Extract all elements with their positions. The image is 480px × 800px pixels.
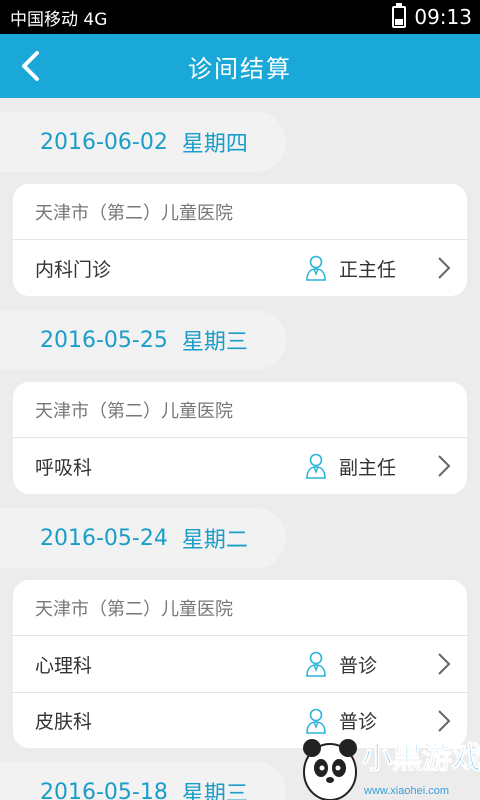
weekday-label: 星期四 <box>181 132 248 157</box>
visit-card: 天津市（第二）儿童医院 呼吸科 副主任 <box>13 382 467 494</box>
carrier-label: 中国移动 4G <box>10 9 108 30</box>
chevron-right-icon <box>431 453 457 479</box>
doctor-icon <box>305 651 327 677</box>
weekday-label: 星期三 <box>181 782 248 800</box>
weekday-label: 星期三 <box>181 330 248 355</box>
date-label: 2016-05-25 <box>40 327 168 353</box>
date-header: 2016-05-24 星期二 <box>0 508 286 568</box>
hospital-name: 天津市（第二）儿童医院 <box>13 580 467 636</box>
back-arrow-icon <box>22 51 39 81</box>
chevron-right-icon <box>431 255 457 281</box>
date-header: 2016-05-18 星期三 <box>0 762 286 800</box>
visit-card: 天津市（第二）儿童医院 内科门诊 正主任 <box>13 184 467 296</box>
doctor-level: 普诊 <box>339 654 378 677</box>
page-title: 诊间结算 <box>188 54 292 83</box>
date-label: 2016-05-18 <box>40 779 168 800</box>
hospital-name: 天津市（第二）儿童医院 <box>13 382 467 438</box>
status-bar: 中国移动 4G 09:13 <box>0 0 480 34</box>
doctor-icon <box>305 453 327 479</box>
battery-icon <box>392 3 407 28</box>
settlement-list[interactable]: 2016-06-02 星期四 天津市（第二）儿童医院 内科门诊 正主任 2016… <box>0 98 480 800</box>
clock: 09:13 <box>414 5 472 29</box>
doctor-level: 正主任 <box>339 258 397 281</box>
watermark-url: www.xiaohei.com <box>363 785 449 797</box>
date-label: 2016-05-24 <box>40 525 168 551</box>
department-name: 内科门诊 <box>35 258 112 281</box>
doctor-icon <box>305 255 327 281</box>
visit-item[interactable]: 呼吸科 副主任 <box>13 438 467 494</box>
hospital-name: 天津市（第二）儿童医院 <box>13 184 467 240</box>
visit-card: 天津市（第二）儿童医院 心理科 普诊 皮肤科 普诊 <box>13 580 467 748</box>
watermark-logo: 小黑游戏 www.xiaohei.com <box>303 739 480 800</box>
date-header: 2016-05-25 星期三 <box>0 310 286 370</box>
department-name: 皮肤科 <box>35 711 93 733</box>
status-right: 09:13 <box>392 3 472 29</box>
visit-item[interactable]: 心理科 普诊 <box>13 636 467 692</box>
back-button[interactable] <box>10 46 50 86</box>
date-header: 2016-06-02 星期四 <box>0 112 286 172</box>
weekday-label: 星期二 <box>181 528 248 553</box>
visit-item[interactable]: 内科门诊 正主任 <box>13 240 467 296</box>
date-label: 2016-06-02 <box>40 129 168 155</box>
department-name: 心理科 <box>35 654 93 677</box>
chevron-right-icon <box>431 651 457 677</box>
watermark-text: 小黑游戏 <box>362 742 480 775</box>
doctor-level: 副主任 <box>339 456 397 479</box>
app-bar: 诊间结算 <box>0 34 480 98</box>
department-name: 呼吸科 <box>35 456 93 479</box>
